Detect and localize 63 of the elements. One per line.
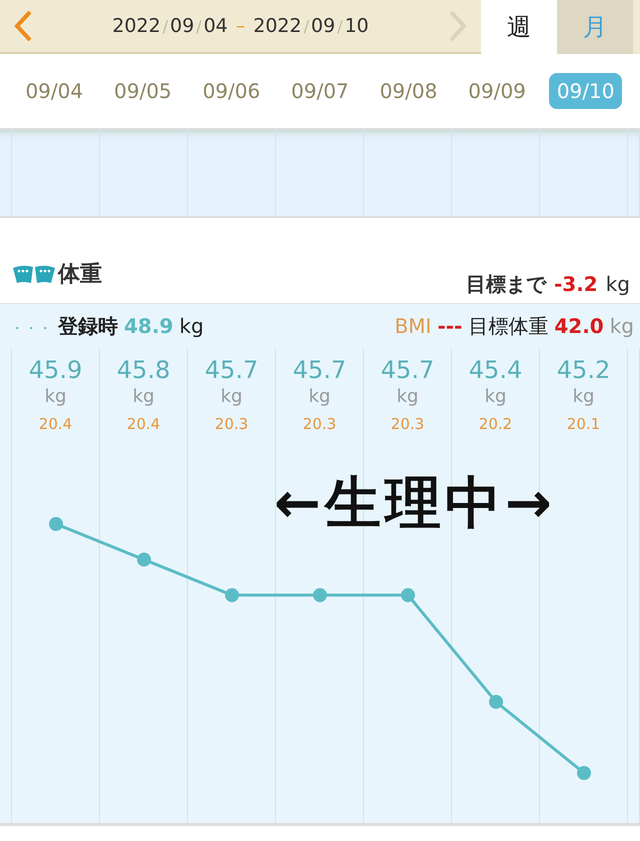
- bmi-label: BMI: [394, 314, 432, 338]
- date-part: 09: [170, 15, 194, 37]
- scale-icon: [12, 263, 56, 285]
- unit-label: kg: [308, 386, 330, 407]
- data-point: [577, 766, 591, 780]
- weight-value: 45.7: [292, 356, 346, 384]
- day-chip[interactable]: 09/04: [17, 73, 92, 109]
- day-chip[interactable]: 09/07: [283, 73, 357, 109]
- range-dash: –: [236, 15, 246, 37]
- unit-label: kg: [606, 272, 630, 296]
- legend-marker: ・・・: [10, 320, 52, 338]
- bmi-value: 20.3: [302, 415, 336, 433]
- day-chip[interactable]: 09/10: [548, 73, 622, 109]
- bmi-marker: ---: [437, 314, 462, 338]
- annotation-text: ←生理中→: [274, 470, 556, 538]
- day-chip[interactable]: 09/09: [460, 73, 534, 109]
- data-point: [313, 588, 327, 602]
- date-part: 10: [344, 15, 369, 37]
- weight-value: 45.8: [116, 356, 170, 384]
- period-tab[interactable]: 週: [481, 0, 557, 54]
- data-point: [49, 517, 63, 531]
- bmi-value: 20.4: [38, 415, 72, 433]
- data-point: [225, 588, 239, 602]
- weight-value: 45.7: [204, 356, 258, 384]
- bmi-value: 20.3: [214, 415, 248, 433]
- section-title: 体重: [58, 261, 102, 289]
- date-part: 2022: [112, 15, 161, 37]
- weight-value: 45.2: [556, 356, 610, 384]
- data-point: [401, 588, 415, 602]
- bmi-value: 20.4: [126, 415, 160, 433]
- date-part: 09: [311, 15, 336, 37]
- unit-label: kg: [132, 386, 154, 407]
- unit-label: kg: [220, 386, 242, 407]
- date-separator: /: [337, 16, 343, 36]
- unit-label: kg: [610, 314, 634, 338]
- date-separator: /: [196, 16, 202, 36]
- date-separator: /: [162, 16, 168, 36]
- weight-value: 45.4: [468, 356, 522, 384]
- unit-label: kg: [44, 386, 66, 407]
- date-separator: /: [304, 16, 309, 36]
- data-point: [137, 552, 151, 567]
- unit-label: kg: [572, 386, 594, 407]
- data-point: [489, 694, 503, 709]
- bmi-value: 20.2: [478, 415, 512, 433]
- day-chip[interactable]: 09/06: [194, 73, 268, 109]
- registered-value: 48.9: [124, 314, 174, 338]
- bmi-value: 20.1: [566, 415, 600, 433]
- goal-label: 目標体重: [468, 312, 548, 340]
- to-goal-label: 目標まで: [466, 271, 546, 298]
- date-part: 04: [204, 15, 228, 37]
- unit-label: kg: [484, 386, 506, 407]
- bmi-value: 20.3: [390, 415, 424, 433]
- day-chip[interactable]: 09/08: [372, 73, 446, 109]
- date-part: 2022: [253, 15, 302, 37]
- weight-value: 45.9: [28, 356, 82, 384]
- day-chip[interactable]: 09/05: [106, 73, 180, 109]
- unit-label: kg: [396, 386, 418, 407]
- weight-value: 45.7: [380, 356, 434, 384]
- unit-label: kg: [179, 314, 204, 338]
- to-goal-value: -3.2: [554, 272, 598, 296]
- registered-label: 登録時: [58, 312, 118, 340]
- goal-value: 42.0: [554, 314, 604, 338]
- period-tab[interactable]: 月: [557, 0, 633, 54]
